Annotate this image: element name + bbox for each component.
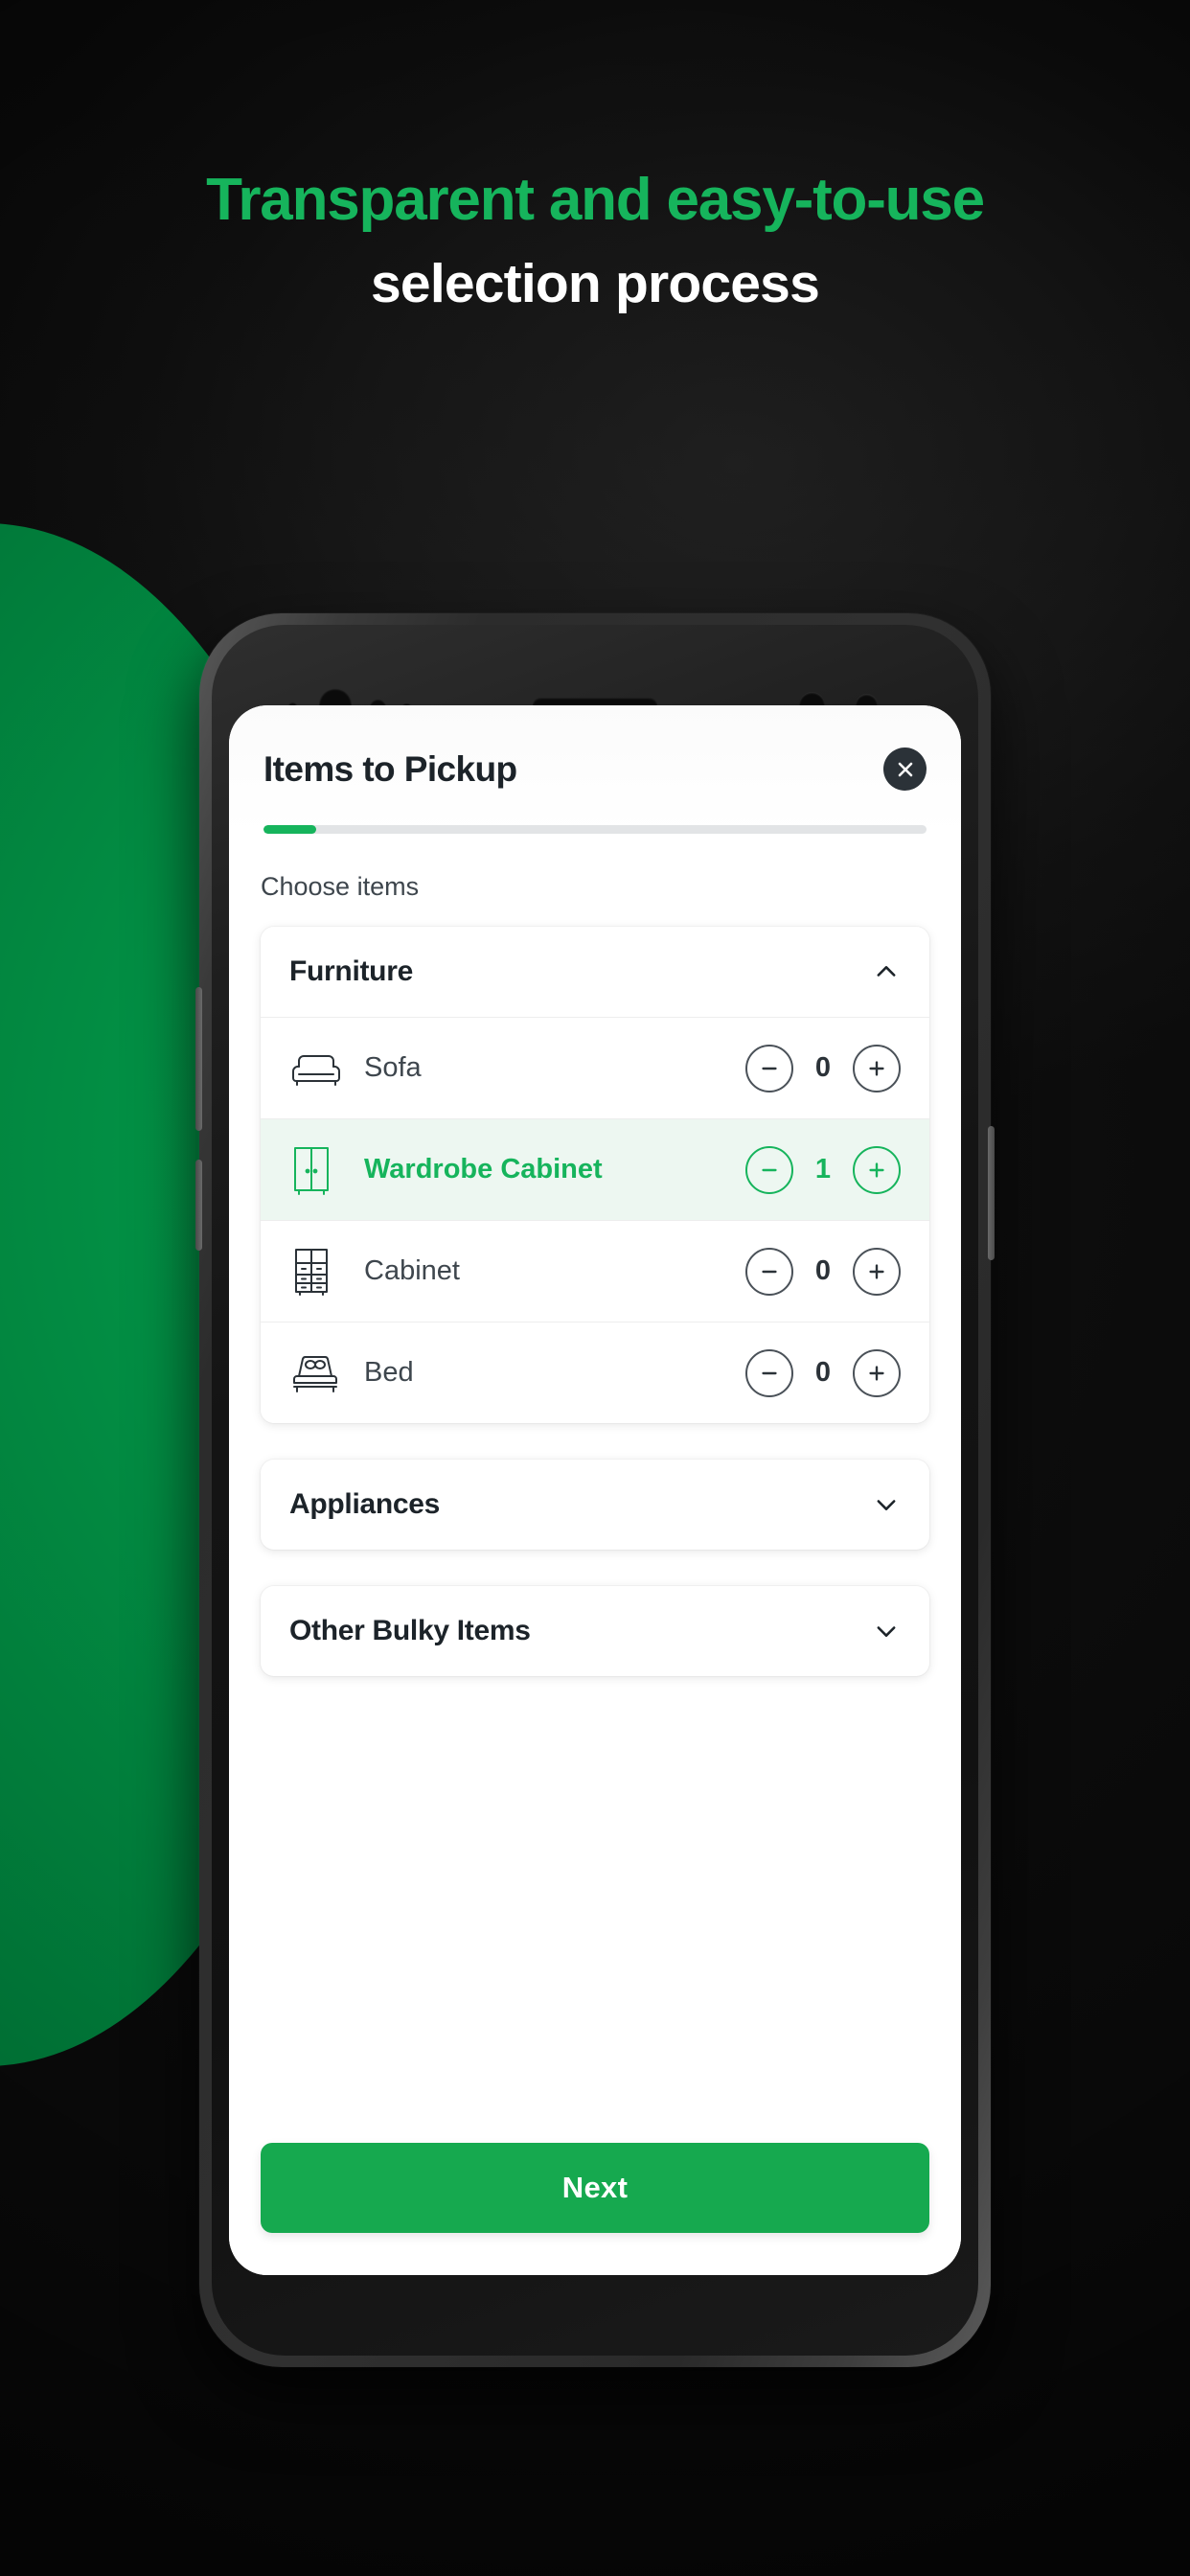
- headline-line-1: Transparent and easy-to-use: [206, 167, 985, 233]
- decrement-button[interactable]: [745, 1348, 793, 1397]
- sofa-icon: [289, 1048, 353, 1089]
- item-row[interactable]: Wardrobe Cabinet 1: [261, 1118, 929, 1220]
- next-button[interactable]: Next: [261, 2143, 929, 2233]
- category-card-appliances: Appliances: [261, 1460, 929, 1550]
- close-button[interactable]: [883, 748, 927, 791]
- category-title: Other Bulky Items: [289, 1615, 531, 1646]
- plus-icon: [869, 1365, 884, 1381]
- phone-volume-button[interactable]: [195, 987, 202, 1131]
- progress-bar-fill: [263, 825, 317, 834]
- minus-icon: [762, 1371, 777, 1374]
- chevron-down-icon[interactable]: [872, 1617, 901, 1645]
- quantity-value: 0: [814, 1357, 832, 1388]
- bed-icon: [289, 1351, 353, 1395]
- plus-icon: [869, 1263, 884, 1279]
- item-row[interactable]: Sofa 0: [261, 1017, 929, 1118]
- phone-screen: Items to Pickup Choose items Furniture S…: [229, 705, 961, 2275]
- decrement-button[interactable]: [745, 1247, 793, 1296]
- promo-headline: Transparent and easy-to-use selection pr…: [0, 171, 1190, 311]
- wardrobe-icon: [289, 1144, 353, 1196]
- minus-icon: [762, 1168, 777, 1171]
- category-header-other-bulky-items[interactable]: Other Bulky Items: [261, 1586, 929, 1676]
- progress-bar: [263, 825, 927, 834]
- choose-items-label: Choose items: [261, 872, 420, 901]
- increment-button[interactable]: [853, 1247, 901, 1296]
- quantity-stepper: 0: [745, 1044, 901, 1092]
- quantity-value: 0: [814, 1052, 832, 1083]
- phone-power-button[interactable]: [988, 1126, 995, 1260]
- category-header-appliances[interactable]: Appliances: [261, 1460, 929, 1550]
- category-title: Appliances: [289, 1488, 441, 1520]
- plus-icon: [869, 1060, 884, 1076]
- plus-icon: [869, 1162, 884, 1178]
- phone-bixby-button[interactable]: [195, 1160, 202, 1251]
- increment-button[interactable]: [853, 1145, 901, 1194]
- quantity-stepper: 1: [745, 1145, 901, 1194]
- category-title: Furniture: [289, 955, 413, 987]
- app-footer: Next: [229, 2143, 961, 2275]
- decrement-button[interactable]: [745, 1044, 793, 1092]
- quantity-stepper: 0: [745, 1247, 901, 1296]
- phone-mockup: Items to Pickup Choose items Furniture S…: [195, 613, 995, 2367]
- item-label: Sofa: [364, 1052, 422, 1083]
- app-header: Items to Pickup: [229, 705, 961, 834]
- cabinet-icon: [289, 1246, 353, 1298]
- item-row[interactable]: Bed 0: [261, 1322, 929, 1423]
- increment-button[interactable]: [853, 1044, 901, 1092]
- chevron-down-icon[interactable]: [872, 1490, 901, 1519]
- page-title: Items to Pickup: [263, 748, 517, 789]
- item-label: Wardrobe Cabinet: [364, 1154, 603, 1184]
- item-label: Cabinet: [364, 1255, 460, 1286]
- item-label: Bed: [364, 1357, 414, 1388]
- quantity-value: 0: [814, 1255, 832, 1286]
- item-row[interactable]: Cabinet 0: [261, 1220, 929, 1322]
- app-body: Choose items Furniture Sofa 0 Wardrobe C…: [229, 834, 961, 2143]
- quantity-value: 1: [814, 1154, 832, 1184]
- close-icon: [898, 762, 912, 776]
- headline-line-2: selection process: [371, 253, 820, 314]
- app-header-row: Items to Pickup: [263, 748, 927, 791]
- category-header-furniture[interactable]: Furniture: [261, 927, 929, 1017]
- category-card-other-bulky-items: Other Bulky Items: [261, 1586, 929, 1676]
- increment-button[interactable]: [853, 1348, 901, 1397]
- chevron-up-icon[interactable]: [872, 957, 901, 986]
- quantity-stepper: 0: [745, 1348, 901, 1397]
- minus-icon: [762, 1270, 777, 1273]
- decrement-button[interactable]: [745, 1145, 793, 1194]
- category-card-furniture: Furniture Sofa 0 Wardrobe Cabinet 1 Cabi…: [261, 927, 929, 1423]
- minus-icon: [762, 1067, 777, 1070]
